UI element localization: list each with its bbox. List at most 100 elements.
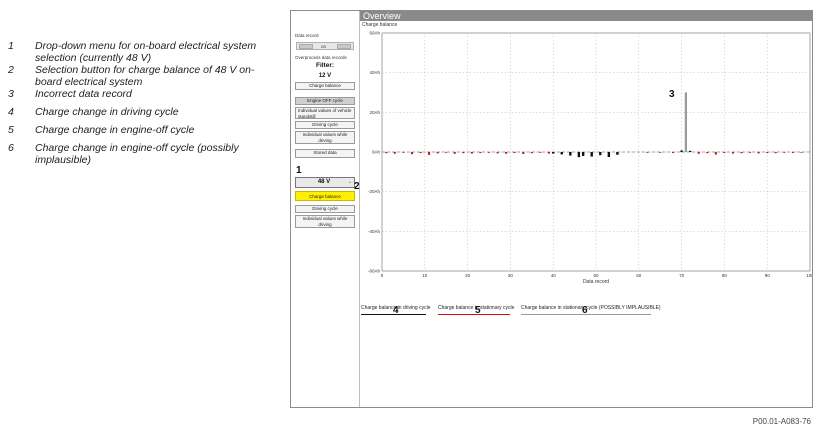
chart-bar: [688, 150, 692, 152]
driving-cycle-48v-button[interactable]: Driving cycle: [295, 205, 355, 213]
voltage-12-label: 12 V: [318, 73, 332, 79]
chart-bar: [783, 152, 786, 153]
chart-bar: [547, 152, 550, 154]
x-tick-label: 90: [765, 273, 771, 278]
chart-bar: [552, 152, 555, 154]
callout-4: 4: [393, 305, 399, 316]
callout-text: Charge change in engine-off cycle: [35, 124, 195, 136]
x-tick-label: 60: [636, 273, 642, 278]
chart-bar: [590, 152, 593, 157]
chart-bar: [616, 152, 619, 155]
x-tick-label: 30: [508, 273, 514, 278]
x-tick-label: 20: [465, 273, 471, 278]
individual-values-driving-12v-button[interactable]: Individual values while driving: [295, 131, 355, 144]
chart-bar: [539, 152, 542, 153]
x-tick-label: 70: [679, 273, 685, 278]
chart-bar: [791, 152, 794, 153]
chart-bar: [410, 152, 413, 155]
chart-bar: [672, 152, 675, 153]
voltage-system-dropdown[interactable]: 48 V ⌄: [295, 177, 355, 188]
legend-swatch: [438, 314, 510, 315]
chart-bar: [714, 152, 717, 155]
chart-bar: [731, 152, 734, 154]
callout-2: 2: [354, 181, 360, 192]
figure-code: P00.01-A083-76: [752, 417, 811, 426]
chart-bar: [723, 152, 726, 153]
overprocess-label: Overprocess data records: [295, 55, 347, 60]
stored-data-button[interactable]: Stored data: [295, 149, 355, 158]
callout-number: 6: [8, 142, 14, 154]
chart-bar: [697, 152, 700, 154]
charge-balance-chart: 0 10 20 30 40 50 60 70 80 90 100 60Ah 40Ah 20Ah 0Ah -20…: [360, 21, 812, 290]
x-tick-label: 80: [722, 273, 728, 278]
charge-balance-48v-button[interactable]: Charge balance: [295, 191, 355, 201]
chart-bar: [706, 152, 709, 154]
chart-bar: [522, 152, 525, 154]
engine-off-cycle-button[interactable]: Engine OFF cycle: [295, 97, 355, 105]
chart-bar: [488, 152, 490, 153]
data-record-label: Data record: [295, 33, 319, 38]
callout-5: 5: [475, 305, 481, 316]
x-tick-label: 10: [422, 273, 428, 278]
window-title: Overview: [360, 11, 812, 21]
chart-bar: [419, 152, 422, 153]
individual-values-driving-48v-button[interactable]: Individual values while driving: [295, 215, 355, 228]
charge-balance-12v-button[interactable]: Charge balance: [295, 82, 355, 90]
chart-bar: [530, 152, 533, 154]
chart-bar: [577, 152, 581, 158]
chart-bar: [385, 152, 388, 154]
chart-bar: [757, 152, 760, 154]
chart-bar: [470, 152, 473, 154]
x-axis-label: Data record: [583, 279, 609, 285]
chart-bar: [646, 152, 649, 153]
chart-bar: [766, 152, 769, 153]
chart-bar: [560, 152, 563, 155]
x-tick-label: 40: [551, 273, 557, 278]
y-tick-label: -20Ah: [368, 189, 381, 194]
chart-bar: [402, 152, 405, 153]
chart-bar: [774, 152, 777, 154]
chart-bar: [581, 152, 585, 156]
chart-bar: [445, 152, 448, 153]
y-tick-label: -60Ah: [368, 269, 381, 274]
data-record-navigator: on: [296, 42, 354, 50]
callout-number: 4: [8, 106, 14, 118]
driving-cycle-12v-button[interactable]: Driving cycle: [295, 121, 355, 129]
callout-6: 6: [582, 305, 588, 316]
chart-bar: [599, 152, 602, 156]
chart-bar: [607, 152, 611, 157]
filter-label: Filter:: [315, 62, 335, 69]
chart-svg: 0 10 20 30 40 50 60 70 80 90 100 60Ah 40Ah 20Ah 0Ah -20…: [368, 31, 812, 286]
callout-text: Selection button for charge balance of 4…: [35, 64, 255, 88]
x-tick-label: 100: [806, 273, 812, 278]
chart-bar: [569, 152, 572, 156]
x-tick-label: 50: [593, 273, 599, 278]
diagnosis-window: Data record on Overprocess data records …: [290, 10, 813, 408]
chart-bar: [479, 152, 482, 153]
next-record-button[interactable]: [337, 44, 351, 49]
chart-bar: [659, 152, 662, 153]
chart-bar: [680, 150, 683, 152]
callout-3: 3: [669, 89, 675, 100]
callout-text: Drop-down menu for on-board electrical s…: [35, 40, 257, 64]
dropdown-selected-value: 48 V: [317, 179, 331, 185]
legend-label: Charge balance in stationary cycle (POSS…: [521, 305, 661, 311]
callout-number: 5: [8, 124, 14, 136]
chart-bar: [496, 152, 499, 154]
chart-legend-item-implausible[interactable]: Charge balance in stationary cycle (POSS…: [521, 305, 661, 315]
record-of-label: on: [321, 44, 327, 49]
callout-number: 3: [8, 88, 14, 100]
chevron-down-icon: ⌄: [347, 179, 352, 185]
individual-values-standstill-button[interactable]: Individual values of vehicle standstill: [295, 107, 355, 119]
y-tick-label: 20Ah: [369, 110, 380, 115]
chart-bar: [513, 152, 516, 153]
callout-1: 1: [296, 165, 302, 176]
chart-bar: [800, 152, 803, 153]
callout-number: 1: [8, 40, 14, 52]
chart-bar: [740, 152, 743, 154]
previous-record-button[interactable]: [299, 44, 313, 49]
y-tick-label: 0Ah: [372, 150, 381, 155]
chart-bar: [393, 152, 396, 154]
x-tick-label: 0: [381, 273, 384, 278]
chart-bar: [462, 152, 465, 154]
